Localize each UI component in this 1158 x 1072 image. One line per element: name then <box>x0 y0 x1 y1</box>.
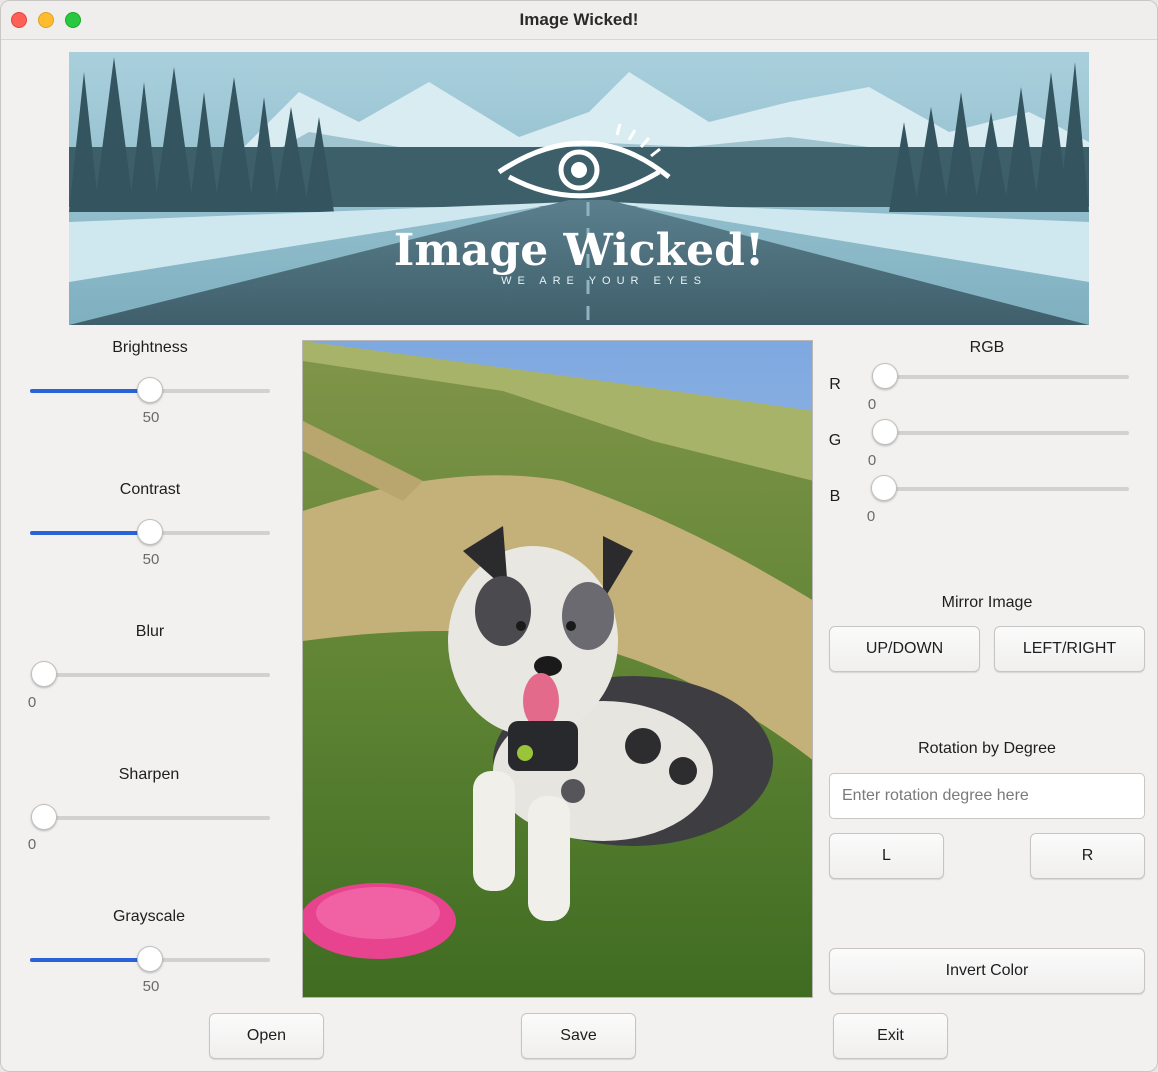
mirror-title: Mirror Image <box>941 594 1033 611</box>
sharpen-value: 0 <box>27 836 37 853</box>
banner-tagline: WE ARE YOUR EYES <box>501 275 707 287</box>
blur-slider[interactable] <box>31 661 270 689</box>
rgb-title: RGB <box>969 339 1005 356</box>
blur-value: 0 <box>27 694 37 711</box>
sharpen-slider[interactable] <box>31 804 270 832</box>
grayscale-value: 50 <box>142 978 160 995</box>
mirror-up-down-button[interactable]: UP/DOWN <box>829 626 980 672</box>
b-channel-label: B <box>829 488 841 505</box>
contrast-value: 50 <box>142 551 160 568</box>
brightness-label: Brightness <box>112 339 188 356</box>
slider-knob[interactable] <box>872 363 898 389</box>
image-preview <box>302 340 813 998</box>
g-channel-value: 0 <box>867 452 877 469</box>
sharpen-label: Sharpen <box>118 766 180 783</box>
brightness-value: 50 <box>142 409 160 426</box>
window-title: Image Wicked! <box>519 10 639 29</box>
r-channel-slider[interactable] <box>872 363 1129 391</box>
contrast-label: Contrast <box>119 481 181 498</box>
open-button[interactable]: Open <box>209 1013 324 1059</box>
contrast-slider[interactable] <box>30 519 270 547</box>
app-window: Image Wicked! Image Wicked! WE ARE YOUR … <box>0 0 1158 1072</box>
slider-fill <box>30 389 150 393</box>
g-channel-label: G <box>828 432 842 449</box>
grayscale-slider[interactable] <box>30 946 270 974</box>
g-channel-slider[interactable] <box>872 419 1129 447</box>
mirror-left-right-button[interactable]: LEFT/RIGHT <box>994 626 1145 672</box>
blur-label: Blur <box>135 623 165 640</box>
rotation-title: Rotation by Degree <box>918 740 1056 757</box>
title-bar: Image Wicked! <box>1 1 1157 40</box>
slider-fill <box>30 531 150 535</box>
slider-knob[interactable] <box>31 661 57 687</box>
brightness-slider[interactable] <box>30 377 270 405</box>
invert-color-button[interactable]: Invert Color <box>829 948 1145 994</box>
b-channel-value: 0 <box>866 508 876 525</box>
exit-button[interactable]: Exit <box>833 1013 948 1059</box>
b-channel-slider[interactable] <box>871 475 1129 503</box>
slider-knob[interactable] <box>137 519 163 545</box>
slider-knob[interactable] <box>872 419 898 445</box>
grayscale-label: Grayscale <box>112 908 186 925</box>
rotate-left-button[interactable]: L <box>829 833 944 879</box>
slider-knob[interactable] <box>871 475 897 501</box>
rotation-degree-input[interactable] <box>829 773 1145 819</box>
rotate-right-button[interactable]: R <box>1030 833 1145 879</box>
r-channel-label: R <box>829 376 841 393</box>
r-channel-value: 0 <box>867 396 877 413</box>
slider-knob[interactable] <box>31 804 57 830</box>
slider-knob[interactable] <box>137 377 163 403</box>
banner-image: Image Wicked! WE ARE YOUR EYES <box>69 52 1089 325</box>
save-button[interactable]: Save <box>521 1013 636 1059</box>
banner-title: Image Wicked! <box>394 225 764 276</box>
slider-knob[interactable] <box>137 946 163 972</box>
slider-fill <box>30 958 150 962</box>
